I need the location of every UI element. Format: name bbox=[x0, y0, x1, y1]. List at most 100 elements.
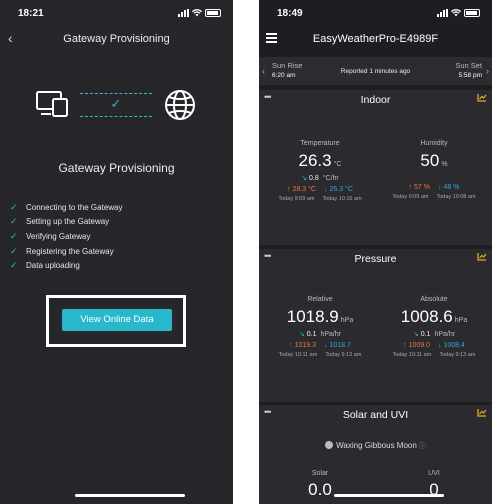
home-indicator[interactable] bbox=[334, 494, 444, 497]
check-icon: ✓ bbox=[110, 96, 122, 111]
metric-label: Relative bbox=[307, 296, 333, 303]
low-time: Today 10:08 am bbox=[436, 194, 476, 200]
high-time: Today 10:11 am bbox=[278, 352, 318, 358]
low-time: Today 9:13 am bbox=[439, 352, 476, 358]
metric-value: 26.3 bbox=[298, 151, 332, 170]
status-bar: 18:21 bbox=[0, 0, 233, 28]
sunset: Sun Set 5:58 pm bbox=[455, 61, 482, 79]
card-title: Indoor bbox=[360, 94, 391, 106]
metric-label: UVI bbox=[428, 470, 440, 477]
sunset-time: 5:58 pm bbox=[458, 72, 483, 79]
step-item: ✓ Verifying Gateway bbox=[10, 229, 123, 244]
absolute-pressure-metric: Absolute 1008.6 hPa ↘ 0.1 hPa/hr ↑ 1009.0… bbox=[379, 296, 489, 358]
low-value: 26.3 °C bbox=[329, 186, 353, 193]
battery-icon bbox=[464, 9, 480, 17]
metric-value: 0.0 bbox=[308, 480, 332, 499]
battery-icon bbox=[205, 9, 221, 17]
card-title: Solar and UVI bbox=[342, 409, 409, 421]
temperature-metric: Temperature 26.3 °C ↘ 0.8 °C/hr ↑ 28.3 °C… bbox=[265, 140, 375, 202]
wifi-icon bbox=[192, 9, 202, 17]
status-time: 18:21 bbox=[18, 8, 44, 19]
chart-icon[interactable] bbox=[477, 93, 487, 102]
weather-dashboard-screen: 18:49 EasyWeatherPro-E4989F ‹ Sun Rise 6… bbox=[259, 0, 492, 504]
step-label: Verifying Gateway bbox=[26, 231, 91, 241]
chevron-right-icon[interactable]: › bbox=[486, 66, 489, 76]
chart-icon[interactable] bbox=[477, 252, 487, 261]
check-icon: ✓ bbox=[10, 201, 18, 212]
step-label: Registering the Gateway bbox=[26, 246, 114, 256]
rate-unit: °C/hr bbox=[322, 175, 339, 182]
metric-value: 1018.9 bbox=[286, 307, 339, 326]
nav-bar: EasyWeatherPro-E4989F bbox=[259, 30, 492, 50]
rate-unit: hPa/hr bbox=[434, 331, 456, 338]
card-header: ••• Indoor bbox=[259, 90, 492, 110]
moon-phase-label: Waxing Gibbous Moon bbox=[336, 441, 417, 450]
gateway-provisioning-screen: 18:21 ‹ Gateway Provisioning ✓ Gateway P… bbox=[0, 0, 233, 504]
check-icon: ✓ bbox=[10, 216, 18, 227]
metric-unit: % bbox=[441, 161, 448, 168]
high-value: 1019.3 bbox=[294, 342, 316, 349]
card-header: ••• Solar and UVI bbox=[259, 405, 492, 425]
rate-value: 0.1 bbox=[306, 331, 317, 338]
moon-phase: Waxing Gibbous Moon ⓘ bbox=[259, 441, 492, 451]
step-item: ✓ Setting up the Gateway bbox=[10, 215, 123, 230]
devices-icon bbox=[36, 91, 68, 117]
step-item: ✓ Registering the Gateway bbox=[10, 244, 123, 259]
status-icons bbox=[437, 9, 480, 17]
check-icon: ✓ bbox=[10, 245, 18, 256]
relative-pressure-metric: Relative 1018.9 hPa ↘ 0.1 hPa/hr ↑ 1019.3… bbox=[265, 296, 375, 358]
step-label: Connecting to the Gateway bbox=[26, 202, 123, 212]
high-time: Today 9:09 am bbox=[392, 194, 429, 200]
low-value: 1008.4 bbox=[443, 342, 465, 349]
check-icon: ✓ bbox=[10, 230, 18, 241]
metric-label: Absolute bbox=[420, 296, 448, 303]
nav-bar: ‹ Gateway Provisioning bbox=[0, 30, 233, 50]
provisioning-steps: ✓ Connecting to the Gateway ✓ Setting up t… bbox=[10, 200, 123, 273]
chart-icon[interactable] bbox=[477, 408, 487, 417]
metric-unit: °C bbox=[333, 161, 342, 168]
high-arrow-icon: ↑ bbox=[289, 342, 293, 349]
high-arrow-icon: ↑ bbox=[408, 184, 413, 191]
moon-icon bbox=[325, 441, 334, 449]
high-arrow-icon: ↑ bbox=[287, 186, 291, 193]
low-value: 1018.7 bbox=[329, 342, 351, 349]
metric-value: 1008.6 bbox=[400, 307, 453, 326]
status-time: 18:49 bbox=[277, 8, 303, 19]
metric-value: 50 bbox=[420, 151, 440, 170]
rate-unit: hPa/hr bbox=[320, 331, 342, 338]
card-header: ••• Pressure bbox=[259, 249, 492, 269]
station-name: EasyWeatherPro-E4989F bbox=[312, 33, 439, 45]
info-icon[interactable]: ⓘ bbox=[419, 443, 426, 450]
high-value: 1009.0 bbox=[408, 342, 430, 349]
trend-arrow-icon: ↘ bbox=[412, 331, 419, 338]
metric-label: Humidity bbox=[420, 140, 448, 147]
rate-value: 0.8 bbox=[309, 175, 319, 182]
low-time: Today 10:16 am bbox=[322, 196, 362, 202]
step-item: ✓ Data uploading bbox=[10, 258, 123, 273]
trend-arrow-icon: ↘ bbox=[301, 175, 308, 182]
metric-label: Temperature bbox=[300, 140, 340, 147]
signal-icon bbox=[178, 9, 189, 17]
low-time: Today 9:13 am bbox=[325, 352, 362, 358]
sun-bar: ‹ Sun Rise 6:20 am Reported 1 minutes ag… bbox=[259, 57, 492, 85]
step-label: Setting up the Gateway bbox=[26, 217, 110, 227]
home-indicator[interactable] bbox=[75, 494, 185, 497]
rate-value: 0.1 bbox=[420, 331, 431, 338]
highlight-box: View Online Data bbox=[46, 295, 186, 347]
low-value: 48 % bbox=[443, 184, 460, 191]
step-label: Data uploading bbox=[26, 261, 80, 271]
globe-icon bbox=[165, 90, 195, 120]
sunset-label: Sun Set bbox=[455, 61, 482, 70]
trend-arrow-icon: ↘ bbox=[298, 331, 305, 338]
connection-progress-line: ✓ bbox=[80, 93, 152, 117]
low-arrow-icon: ↓ bbox=[324, 342, 328, 349]
signal-icon bbox=[437, 9, 448, 17]
indoor-card: ••• Indoor Temperature 26.3 °C ↘ 0.8 °C/h… bbox=[259, 90, 492, 245]
pressure-card: ••• Pressure Relative 1018.9 hPa ↘ 0.1 hP… bbox=[259, 249, 492, 402]
view-online-data-button[interactable]: View Online Data bbox=[62, 309, 172, 331]
humidity-metric: Humidity 50% ↑ 57 % ↓ 48 % Today 9:09 am T… bbox=[379, 140, 489, 200]
high-time: Today 9:09 am bbox=[278, 196, 315, 202]
check-icon: ✓ bbox=[10, 260, 18, 271]
status-bar: 18:49 bbox=[259, 0, 492, 28]
metric-unit: hPa bbox=[454, 317, 468, 324]
